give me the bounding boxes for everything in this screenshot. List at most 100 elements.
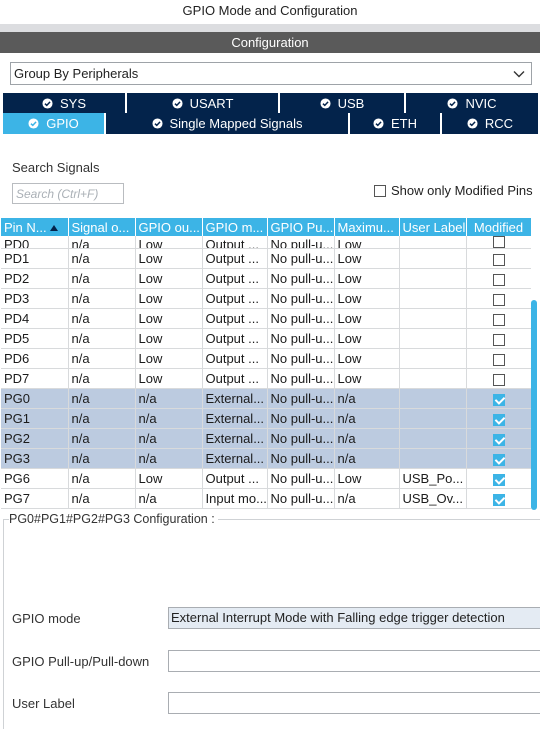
window-title: GPIO Mode and Configuration — [0, 0, 540, 24]
column-header-modified[interactable]: Modified — [466, 218, 531, 236]
group-by-value: Group By Peripherals — [14, 66, 139, 81]
column-header-gpio-mode[interactable]: GPIO m... — [202, 218, 268, 236]
cell-gpio-output: Low — [135, 328, 203, 349]
modified-checkbox[interactable] — [492, 333, 505, 346]
tab-label: SYS — [59, 95, 86, 111]
gpio-mode-select[interactable]: External Interrupt Mode with Falling edg… — [168, 607, 540, 629]
search-input[interactable] — [12, 183, 124, 204]
cell-signal: n/a — [68, 368, 136, 389]
cell-user-label — [399, 268, 467, 289]
cell-pin: PG2 — [1, 428, 69, 449]
column-header-gpio-pull[interactable]: GPIO Pu... — [267, 218, 335, 236]
cell-modified — [466, 288, 531, 309]
tab-usb[interactable]: USB — [280, 93, 406, 113]
column-header-gpio-output[interactable]: GPIO ou... — [135, 218, 203, 236]
cell-gpio-pull: No pull-u... — [267, 348, 335, 369]
cell-user-label — [399, 348, 467, 369]
cell-modified — [466, 408, 531, 429]
modified-checkbox[interactable] — [492, 273, 505, 286]
modified-checkbox[interactable] — [492, 353, 505, 366]
column-header-signal[interactable]: Signal o... — [68, 218, 136, 236]
show-only-modified-pins[interactable]: Show only Modified Pins — [374, 183, 533, 198]
cell-modified — [466, 428, 531, 449]
modified-checkbox[interactable] — [492, 293, 505, 306]
cell-pin: PD3 — [1, 288, 69, 309]
cell-pin: PG3 — [1, 448, 69, 469]
cell-gpio-output: n/a — [135, 488, 203, 509]
cell-signal: n/a — [68, 448, 136, 469]
tab-row-2: GPIO Single Mapped Signals ETH RCC — [3, 113, 538, 134]
column-header-user-label[interactable]: User Label — [399, 218, 467, 236]
gpio-pull-select[interactable] — [168, 650, 540, 672]
show-only-modified-checkbox[interactable] — [374, 184, 386, 197]
tab-single-mapped-signals[interactable]: Single Mapped Signals — [106, 113, 350, 134]
cell-signal: n/a — [68, 488, 136, 509]
table-scrollbar[interactable] — [531, 300, 537, 510]
table-row[interactable]: PD1 n/a Low Output ... No pull-u... Low — [1, 248, 531, 269]
cell-max-speed: Low — [334, 268, 400, 289]
check-circle-icon — [467, 118, 478, 129]
pin-table: Pin N... Signal o... GPIO ou... GPIO m..… — [1, 218, 531, 510]
modified-checkbox[interactable] — [492, 433, 505, 446]
tab-sys[interactable]: SYS — [3, 93, 127, 113]
check-circle-icon — [172, 97, 183, 109]
modified-checkbox[interactable] — [492, 453, 505, 466]
cell-modified — [466, 448, 531, 469]
tab-usart[interactable]: USART — [127, 93, 280, 113]
table-row[interactable]: PD6 n/a Low Output ... No pull-u... Low — [1, 348, 531, 369]
cell-gpio-pull: No pull-u... — [267, 308, 335, 329]
group-by-select[interactable]: Group By Peripherals — [10, 62, 532, 85]
tab-nvic[interactable]: NVIC — [406, 93, 538, 113]
table-row[interactable]: PD0 n/a Low Output ... No pull-u... Low — [1, 236, 531, 249]
cell-gpio-mode: External... — [202, 428, 268, 449]
cell-gpio-pull: No pull-u... — [267, 488, 335, 509]
cell-signal: n/a — [68, 288, 136, 309]
table-row[interactable]: PG2 n/a n/a External... No pull-u... n/a — [1, 428, 531, 449]
cell-signal: n/a — [68, 388, 136, 409]
tab-eth[interactable]: ETH — [350, 113, 442, 134]
cell-gpio-mode: Input mo... — [202, 488, 268, 509]
modified-checkbox[interactable] — [492, 253, 505, 266]
tab-gpio[interactable]: GPIO — [3, 113, 106, 134]
cell-modified — [466, 368, 531, 389]
table-row[interactable]: PD4 n/a Low Output ... No pull-u... Low — [1, 308, 531, 329]
modified-checkbox[interactable] — [492, 413, 505, 426]
table-row[interactable]: PG6 n/a Low Output ... No pull-u... Low USB_Po… — [1, 468, 531, 489]
modified-checkbox[interactable] — [492, 473, 505, 486]
user-label-input[interactable] — [168, 692, 540, 714]
cell-gpio-mode: Output ... — [202, 236, 268, 249]
tab-label: RCC — [484, 116, 514, 131]
column-header-max-speed[interactable]: Maximu... — [334, 218, 400, 236]
modified-checkbox[interactable] — [492, 393, 505, 406]
cell-gpio-mode: Output ... — [202, 268, 268, 289]
show-only-modified-label: Show only Modified Pins — [391, 183, 533, 198]
table-row[interactable]: PD3 n/a Low Output ... No pull-u... Low — [1, 288, 531, 309]
cell-gpio-pull: No pull-u... — [267, 408, 335, 429]
cell-max-speed: Low — [334, 308, 400, 329]
cell-gpio-mode: External... — [202, 388, 268, 409]
table-row[interactable]: PG0 n/a n/a External... No pull-u... n/a — [1, 388, 531, 409]
gpio-mode-label: GPIO mode — [12, 611, 81, 626]
cell-modified — [466, 348, 531, 369]
modified-checkbox[interactable] — [492, 373, 505, 386]
configuration-header: Configuration — [0, 32, 540, 53]
table-row[interactable]: PG7 n/a n/a Input mo... No pull-u... n/a USB_O… — [1, 488, 531, 509]
cell-gpio-output: n/a — [135, 448, 203, 469]
column-header-pin[interactable]: Pin N... — [1, 218, 69, 236]
cell-gpio-pull: No pull-u... — [267, 328, 335, 349]
table-row[interactable]: PD2 n/a Low Output ... No pull-u... Low — [1, 268, 531, 289]
table-row[interactable]: PD7 n/a Low Output ... No pull-u... Low — [1, 368, 531, 389]
tab-rcc[interactable]: RCC — [442, 113, 538, 134]
modified-checkbox[interactable] — [492, 493, 505, 506]
table-row[interactable]: PG3 n/a n/a External... No pull-u... n/a — [1, 448, 531, 469]
cell-gpio-mode: Output ... — [202, 288, 268, 309]
cell-max-speed: n/a — [334, 408, 400, 429]
cell-user-label — [399, 448, 467, 469]
modified-checkbox[interactable] — [492, 236, 505, 248]
modified-checkbox[interactable] — [492, 313, 505, 326]
table-row[interactable]: PD5 n/a Low Output ... No pull-u... Low — [1, 328, 531, 349]
table-row[interactable]: PG1 n/a n/a External... No pull-u... n/a — [1, 408, 531, 429]
cell-gpio-output: Low — [135, 348, 203, 369]
tab-label: Single Mapped Signals — [169, 116, 303, 131]
cell-user-label — [399, 388, 467, 409]
